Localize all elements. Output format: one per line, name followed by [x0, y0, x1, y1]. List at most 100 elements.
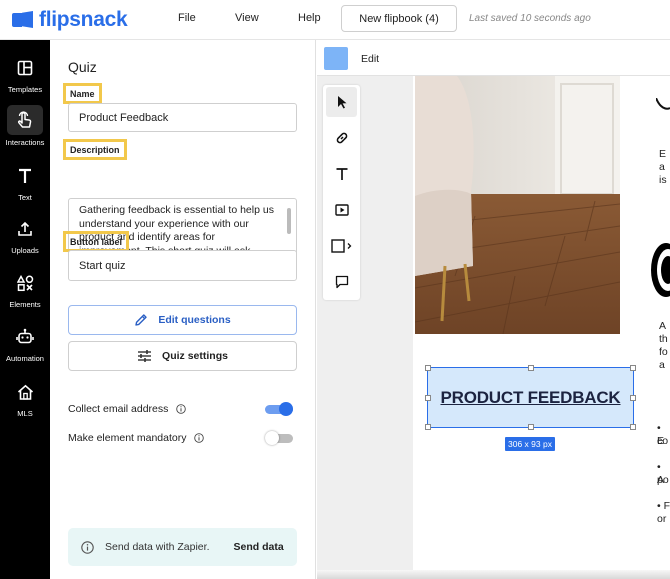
resize-handle[interactable] [528, 424, 534, 430]
link-icon [336, 132, 347, 144]
video-icon [334, 204, 349, 216]
templates-icon [9, 54, 41, 82]
cursor-icon [337, 96, 346, 109]
partial-text: E [659, 148, 667, 160]
flipbook-name-button[interactable]: New flipbook (4) [341, 5, 457, 32]
partial-text: or [657, 513, 667, 525]
send-data-button[interactable]: Send data [233, 541, 283, 553]
partial-circle-icon [651, 243, 670, 297]
drawing-toolbar [323, 85, 360, 300]
collect-email-label: Collect email address [68, 403, 169, 415]
link-tool[interactable] [326, 123, 357, 153]
sidebar-item-label: Text [18, 193, 32, 202]
horizontal-scrollbar[interactable] [317, 570, 670, 579]
sidebar-item-label: Templates [7, 85, 43, 94]
textarea-scrollbar[interactable] [287, 208, 291, 234]
color-swatch[interactable] [324, 47, 348, 70]
sidebar-item-mls[interactable]: MLS [0, 378, 50, 428]
partial-text: th [659, 333, 668, 345]
interactions-icon [7, 105, 43, 135]
partial-text: po [657, 474, 669, 486]
sliders-icon [138, 350, 152, 362]
automation-icon [9, 323, 41, 351]
edit-bar: Edit [317, 40, 670, 76]
menu-file[interactable]: File [178, 12, 196, 24]
sidebar-item-uploads[interactable]: Uploads [0, 215, 50, 265]
zapier-text: Send data with Zapier. [105, 541, 210, 553]
logo-text: flipsnack [39, 8, 128, 31]
name-input[interactable]: Product Feedback [68, 103, 297, 132]
info-icon[interactable] [176, 404, 187, 414]
shape-tool[interactable] [326, 231, 357, 261]
menu-view[interactable]: View [235, 12, 259, 24]
resize-handle[interactable] [425, 365, 431, 371]
select-tool[interactable] [326, 87, 357, 117]
elements-icon [9, 269, 41, 297]
sidebar-item-elements[interactable]: Elements [0, 269, 50, 319]
sidebar-item-interactions[interactable]: Interactions [0, 105, 50, 155]
sidebar-item-label: Automation [6, 354, 44, 363]
resize-handle[interactable] [528, 365, 534, 371]
sidebar-item-label: Interactions [5, 138, 45, 147]
resize-handle[interactable] [630, 424, 636, 430]
sidebar-item-automation[interactable]: Automation [0, 323, 50, 373]
sidebar-item-templates[interactable]: Templates [0, 54, 50, 104]
editor-canvas-area: Edit PRODUCT FEEDBACK 306 x 93 px E a is… [317, 40, 670, 579]
button-label-label: Button label [63, 231, 129, 252]
quiz-button-element[interactable]: PRODUCT FEEDBACK [425, 365, 636, 430]
quiz-properties-panel: Quiz Name Product Feedback Description G… [50, 40, 316, 579]
description-label: Description [63, 139, 127, 160]
text-icon [336, 168, 347, 180]
panel-title: Quiz [68, 59, 97, 75]
info-icon[interactable] [194, 433, 205, 443]
dimensions-badge: 306 x 93 px [505, 437, 555, 451]
flipsnack-logo[interactable]: flipsnack [12, 8, 128, 32]
quiz-settings-button[interactable]: Quiz settings [68, 341, 297, 371]
partial-icon [656, 98, 670, 110]
collect-email-row: Collect email address [68, 400, 293, 418]
zapier-banner: Send data with Zapier. Send data [68, 528, 297, 566]
edit-questions-button[interactable]: Edit questions [68, 305, 297, 335]
upload-icon [9, 215, 41, 243]
button-label-input[interactable]: Start quiz [68, 250, 297, 281]
sidebar-item-label: Elements [9, 300, 41, 309]
partial-text: is [659, 174, 667, 186]
edit-label[interactable]: Edit [361, 53, 379, 65]
pencil-icon [135, 314, 148, 326]
square-icon [330, 239, 351, 253]
quiz-button-text: PRODUCT FEEDBACK [440, 387, 621, 407]
partial-text: fo [659, 346, 668, 358]
video-tool[interactable] [326, 195, 357, 225]
partial-text: co [657, 435, 669, 447]
save-status: Last saved 10 seconds ago [469, 13, 591, 24]
sidebar-item-label: Uploads [11, 246, 39, 255]
resize-handle[interactable] [425, 395, 431, 401]
logo-icon [12, 11, 34, 29]
name-label: Name [63, 83, 102, 104]
resize-handle[interactable] [425, 424, 431, 430]
resize-handle[interactable] [630, 395, 636, 401]
quiz-settings-label: Quiz settings [162, 350, 228, 362]
partial-text: a [659, 359, 665, 371]
comment-icon [335, 275, 348, 289]
resize-handle[interactable] [630, 365, 636, 371]
partial-text: a [659, 161, 665, 173]
mandatory-label: Make element mandatory [68, 432, 187, 444]
left-sidebar: Templates Interactions Text Uploads Elem… [0, 40, 50, 579]
mandatory-row: Make element mandatory [68, 429, 293, 447]
sidebar-item-label: MLS [17, 409, 33, 418]
edit-questions-label: Edit questions [158, 314, 231, 326]
partial-text: • F [657, 500, 670, 512]
home-icon [9, 378, 41, 406]
sidebar-item-text[interactable]: Text [0, 162, 50, 212]
collect-email-toggle[interactable] [265, 402, 293, 416]
text-icon [9, 162, 41, 190]
comment-tool[interactable] [326, 267, 357, 297]
text-tool[interactable] [326, 159, 357, 189]
mandatory-toggle[interactable] [265, 431, 293, 445]
chair-photo[interactable] [415, 76, 620, 334]
menu-help[interactable]: Help [298, 12, 321, 24]
flipbook-page[interactable]: PRODUCT FEEDBACK 306 x 93 px E a is A th… [413, 76, 670, 579]
info-icon [81, 540, 94, 554]
top-bar: flipsnack File View Help New flipbook (4… [0, 0, 670, 40]
